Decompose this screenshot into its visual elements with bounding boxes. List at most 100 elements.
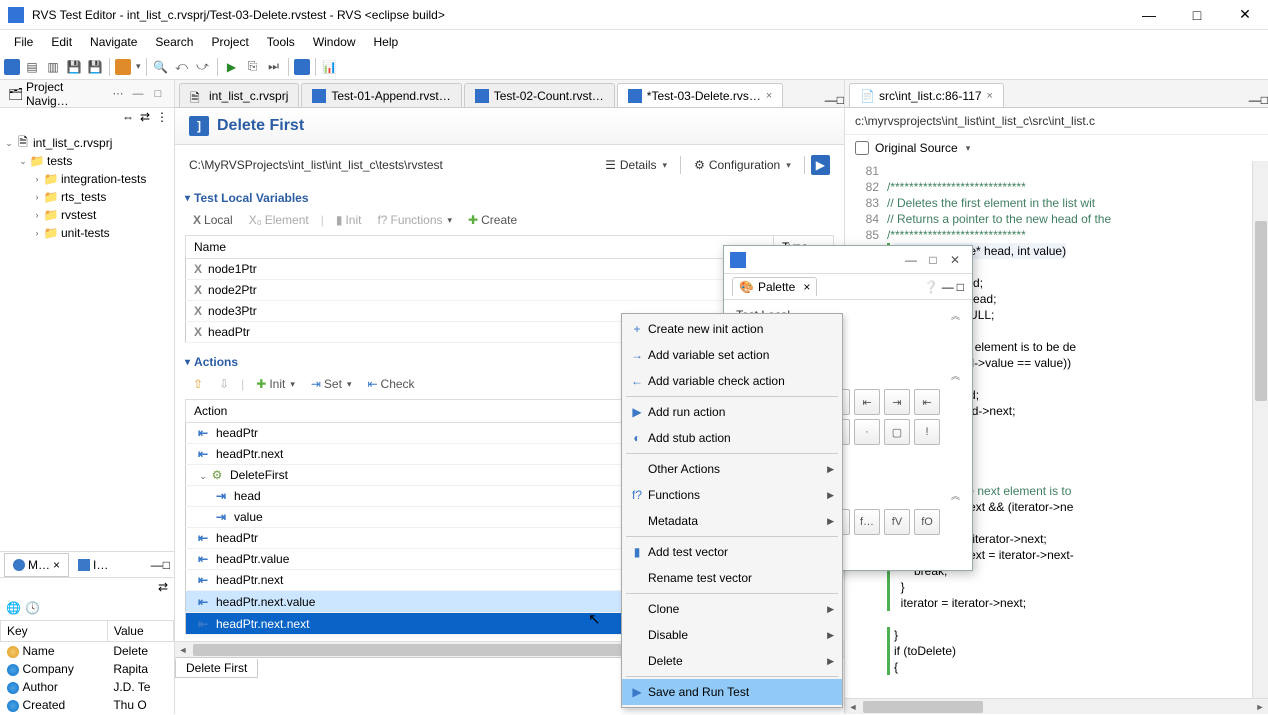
minimize-button[interactable]: — <box>900 253 922 267</box>
tool-btn[interactable]: 🔍 <box>152 58 170 76</box>
palette-item[interactable]: f… <box>854 509 880 535</box>
help-icon[interactable]: ❔ <box>924 280 939 294</box>
context-menu-item[interactable]: →Add variable set action <box>622 342 842 368</box>
local-button[interactable]: XLocal <box>189 211 237 229</box>
scroll-thumb[interactable] <box>863 701 983 713</box>
col-value[interactable]: Value <box>107 621 173 642</box>
menu-search[interactable]: Search <box>147 32 201 52</box>
table-row[interactable]: CreatedThu O <box>1 696 174 714</box>
clock-icon[interactable]: 🕓 <box>25 601 40 615</box>
init-button[interactable]: ▮Init <box>332 211 366 229</box>
col-key[interactable]: Key <box>1 621 108 642</box>
palette-item[interactable]: fV <box>884 509 910 535</box>
metadata-tab[interactable]: M…× <box>4 553 69 577</box>
init-button[interactable]: ✚Init▾ <box>252 375 299 393</box>
set-button[interactable]: ⇥Set▾ <box>307 375 356 393</box>
col-name[interactable]: Name <box>186 236 774 259</box>
vars-section-header[interactable]: Test Local Variables <box>185 191 834 205</box>
menu-tools[interactable]: Tools <box>259 32 303 52</box>
context-menu-item[interactable]: +Create new init action <box>622 316 842 342</box>
maximize-button[interactable]: □ <box>1182 5 1212 25</box>
tree-tests[interactable]: ⌄tests <box>2 152 172 170</box>
tool-btn[interactable]: ⎘ <box>244 58 262 76</box>
menu-window[interactable]: Window <box>305 32 364 52</box>
table-row[interactable]: NameDelete <box>1 642 174 661</box>
maximize-icon[interactable]: □ <box>957 280 964 294</box>
palette-tab[interactable]: 🎨Palette× <box>732 277 817 296</box>
tool-btn[interactable]: ⤻ <box>194 58 212 76</box>
tool-btn[interactable] <box>294 59 310 75</box>
menu-file[interactable]: File <box>6 32 41 52</box>
hscrollbar[interactable]: ◄ ► <box>845 698 1268 714</box>
context-menu-item[interactable]: ←Add variable check action <box>622 368 842 394</box>
up-icon[interactable]: ⇧ <box>189 375 207 393</box>
maximize-button[interactable]: □ <box>922 253 944 267</box>
close-icon[interactable]: × <box>803 280 810 294</box>
maximize-icon[interactable]: □ <box>1261 93 1268 107</box>
menu-icon[interactable]: ⋮ <box>156 110 168 128</box>
minimize-icon[interactable]: — <box>130 86 146 102</box>
context-menu-item[interactable]: Rename test vector <box>622 565 842 591</box>
tool-btn[interactable]: ▥ <box>44 58 62 76</box>
element-button[interactable]: X₀Element <box>245 211 313 229</box>
close-icon[interactable]: × <box>766 90 772 102</box>
view-menu-icon[interactable]: ⋯ <box>110 86 126 102</box>
table-row[interactable]: CompanyRapita <box>1 660 174 678</box>
original-source-checkbox[interactable] <box>855 141 869 155</box>
context-menu-item[interactable]: ▶Save and Run Test <box>622 679 842 705</box>
context-menu-item[interactable]: ▮Add test vector <box>622 539 842 565</box>
editor-tab[interactable]: Test-01-Append.rvst… <box>301 83 461 107</box>
run-button[interactable]: ▶ <box>811 155 830 175</box>
minimize-icon[interactable]: — <box>1249 93 1261 107</box>
palette-item[interactable]: ⇤ <box>854 389 880 415</box>
editor-tab-active[interactable]: *Test-03-Delete.rvs…× <box>617 83 783 107</box>
run-icon[interactable]: ▶ <box>223 58 241 76</box>
close-button[interactable]: ✕ <box>944 253 966 267</box>
source-tab[interactable]: 📄src\int_list.c:86-117× <box>849 83 1004 107</box>
save-all-icon[interactable]: 💾 <box>86 58 104 76</box>
config-button[interactable]: ⚙Configuration▾ <box>687 155 798 175</box>
menu-project[interactable]: Project <box>203 32 256 52</box>
table-row[interactable]: AuthorJ.D. Te <box>1 678 174 696</box>
context-menu-item[interactable]: Delete▶ <box>622 648 842 674</box>
palette-item[interactable]: · <box>854 419 880 445</box>
scroll-left-icon[interactable]: ◄ <box>175 642 191 658</box>
editor-tab[interactable]: 🗎int_list_c.rvsprj <box>179 83 299 107</box>
save-icon[interactable]: 💾 <box>65 58 83 76</box>
tree-root[interactable]: ⌄🗎int_list_c.rvsprj <box>2 134 172 152</box>
tree-folder[interactable]: ›rts_tests <box>2 188 172 206</box>
palette-item[interactable]: fO <box>914 509 940 535</box>
palette-item[interactable]: ⇥ <box>884 389 910 415</box>
tool-btn[interactable]: ▤ <box>23 58 41 76</box>
footer-tab[interactable]: Delete First <box>175 659 258 678</box>
minimize-icon[interactable]: — <box>942 280 954 294</box>
create-button[interactable]: ✚Create <box>464 211 521 229</box>
collapse-icon[interactable]: ⇔ <box>122 110 134 128</box>
scroll-thumb[interactable] <box>1255 221 1267 401</box>
tool-btn[interactable]: ⏭ <box>265 58 283 76</box>
globe-icon[interactable]: 🌐 <box>6 601 21 615</box>
tool-btn[interactable]: ⤺ <box>173 58 191 76</box>
maximize-icon[interactable]: □ <box>150 86 166 102</box>
context-menu-item[interactable]: Metadata▶ <box>622 508 842 534</box>
palette-item[interactable]: ! <box>914 419 940 445</box>
tool-btn[interactable]: 📊 <box>321 58 339 76</box>
tree-folder[interactable]: ›unit-tests <box>2 224 172 242</box>
palette-item[interactable]: ▢ <box>884 419 910 445</box>
details-button[interactable]: ☰Details▾ <box>598 155 674 175</box>
context-menu-item[interactable]: Disable▶ <box>622 622 842 648</box>
close-icon[interactable]: × <box>987 90 993 102</box>
scroll-left-icon[interactable]: ◄ <box>845 699 861 715</box>
menu-edit[interactable]: Edit <box>43 32 80 52</box>
context-menu-item[interactable]: Other Actions▶ <box>622 456 842 482</box>
check-button[interactable]: ⇤Check <box>363 375 418 393</box>
close-icon[interactable]: × <box>53 558 60 572</box>
context-menu-item[interactable]: Clone▶ <box>622 596 842 622</box>
tree-folder[interactable]: ›integration-tests <box>2 170 172 188</box>
editor-tab[interactable]: Test-02-Count.rvst… <box>464 83 615 107</box>
vscrollbar[interactable] <box>1252 161 1268 698</box>
down-icon[interactable]: ⇩ <box>215 375 233 393</box>
menu-help[interactable]: Help <box>366 32 407 52</box>
context-menu-item[interactable]: ▶Add run action <box>622 399 842 425</box>
menu-navigate[interactable]: Navigate <box>82 32 145 52</box>
